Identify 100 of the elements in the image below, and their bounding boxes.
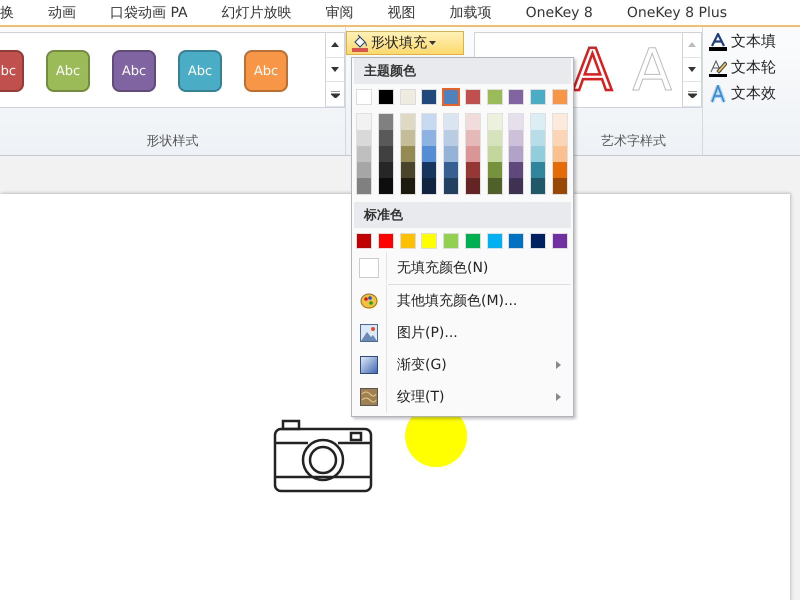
shape-fill-button[interactable]: 形状填充 [346, 31, 464, 55]
menu-item[interactable]: 无填充颜色(N) [352, 252, 573, 284]
color-swatch[interactable] [466, 162, 480, 178]
color-swatch[interactable] [357, 146, 371, 162]
ribbon-tab[interactable]: OneKey 8 [526, 4, 593, 20]
color-swatch[interactable] [444, 114, 458, 130]
caret-up-icon [688, 42, 696, 48]
color-swatch[interactable] [466, 146, 480, 162]
color-swatch[interactable] [552, 90, 567, 104]
color-swatch[interactable] [378, 178, 393, 194]
menu-item[interactable]: 图片(P)... [352, 317, 573, 349]
color-swatch[interactable] [378, 234, 393, 248]
color-swatch[interactable] [531, 234, 546, 248]
color-swatch[interactable] [422, 114, 436, 130]
color-swatch[interactable] [422, 234, 436, 248]
color-swatch[interactable] [552, 234, 567, 248]
color-swatch[interactable] [509, 234, 524, 248]
color-swatch[interactable] [531, 114, 546, 130]
color-swatch[interactable] [509, 146, 524, 162]
shape-style-swatch[interactable]: bc [0, 50, 24, 92]
color-swatch[interactable] [488, 114, 502, 130]
color-swatch[interactable] [466, 178, 480, 194]
group-label: 形状样式 [146, 133, 200, 151]
color-swatch[interactable] [422, 130, 436, 146]
ribbon-tab[interactable]: 动画 [48, 4, 76, 22]
color-swatch[interactable] [466, 130, 480, 146]
color-swatch[interactable] [488, 90, 502, 104]
color-swatch[interactable] [509, 178, 524, 194]
color-swatch[interactable] [444, 234, 458, 248]
ribbon-tab[interactable]: OneKey 8 Plus [626, 4, 728, 20]
color-swatch[interactable] [466, 90, 480, 104]
color-swatch[interactable] [400, 162, 415, 178]
color-swatch[interactable] [488, 130, 502, 146]
color-swatch[interactable] [466, 234, 480, 248]
color-swatch[interactable] [444, 130, 458, 146]
color-swatch[interactable] [357, 234, 371, 248]
color-swatch[interactable] [422, 178, 436, 194]
wordart-sample[interactable]: A [572, 41, 612, 99]
ribbon-tab[interactable]: 换 [0, 4, 14, 22]
color-swatch[interactable] [422, 162, 436, 178]
empty-swatch-icon [359, 258, 379, 278]
color-swatch[interactable] [488, 146, 502, 162]
ribbon-tab[interactable]: 幻灯片放映 [222, 4, 292, 22]
color-swatch[interactable] [552, 162, 567, 178]
color-swatch[interactable] [357, 162, 371, 178]
color-swatch[interactable] [422, 146, 436, 162]
shape-style-swatch[interactable]: Abc [112, 50, 156, 92]
color-swatch[interactable] [378, 162, 393, 178]
color-swatch[interactable] [444, 162, 458, 178]
color-swatch[interactable] [509, 114, 524, 130]
wordart-command[interactable]: 文本填 [709, 32, 776, 51]
menu-heading: 标准色 [354, 202, 571, 228]
color-swatch[interactable] [444, 90, 458, 104]
color-swatch[interactable] [444, 146, 458, 162]
texture-icon [360, 388, 378, 406]
color-swatch[interactable] [488, 234, 502, 248]
color-swatch[interactable] [509, 130, 524, 146]
color-swatch[interactable] [552, 130, 567, 146]
color-swatch[interactable] [488, 178, 502, 194]
color-swatch[interactable] [400, 90, 415, 104]
color-swatch[interactable] [378, 130, 393, 146]
color-swatch[interactable] [466, 114, 480, 130]
color-swatch[interactable] [357, 90, 371, 104]
color-swatch[interactable] [357, 130, 371, 146]
wordart-command[interactable]: 文本轮 [709, 58, 776, 77]
color-swatch[interactable] [531, 130, 546, 146]
color-swatch[interactable] [531, 90, 546, 104]
color-swatch[interactable] [531, 146, 546, 162]
color-swatch[interactable] [400, 130, 415, 146]
color-swatch[interactable] [400, 114, 415, 130]
color-swatch[interactable] [422, 90, 436, 104]
color-swatch[interactable] [378, 114, 393, 130]
color-swatch[interactable] [509, 162, 524, 178]
color-swatch[interactable] [488, 162, 502, 178]
color-swatch[interactable] [531, 162, 546, 178]
color-swatch[interactable] [509, 90, 524, 104]
color-swatch[interactable] [357, 178, 371, 194]
color-swatch[interactable] [444, 178, 458, 194]
caret-down-icon [688, 67, 696, 72]
color-swatch[interactable] [378, 90, 393, 104]
color-swatch[interactable] [378, 146, 393, 162]
ribbon-tab[interactable]: 加载项 [450, 4, 492, 22]
color-swatch[interactable] [400, 234, 415, 248]
ribbon-tab[interactable]: 口袋动画 PA [110, 4, 188, 22]
group-label: 艺术字样式 [601, 133, 666, 151]
color-swatch[interactable] [552, 146, 567, 162]
menu-heading: 主题颜色 [354, 58, 571, 84]
wordart-command[interactable]: 文本效 [709, 84, 776, 103]
ribbon-tab[interactable]: 审阅 [326, 4, 354, 22]
expand-icon [688, 90, 696, 98]
ribbon-tab[interactable]: 视图 [388, 4, 416, 22]
color-swatch[interactable] [400, 178, 415, 194]
menu-item[interactable]: 渐变(G) [352, 349, 573, 381]
menu-item[interactable]: 其他填充颜色(M)... [352, 285, 573, 317]
menu-item[interactable]: 纹理(T) [352, 381, 573, 413]
color-swatch[interactable] [552, 178, 567, 194]
color-swatch[interactable] [552, 114, 567, 130]
color-swatch[interactable] [357, 114, 371, 130]
color-swatch[interactable] [531, 178, 546, 194]
color-swatch[interactable] [400, 146, 415, 162]
